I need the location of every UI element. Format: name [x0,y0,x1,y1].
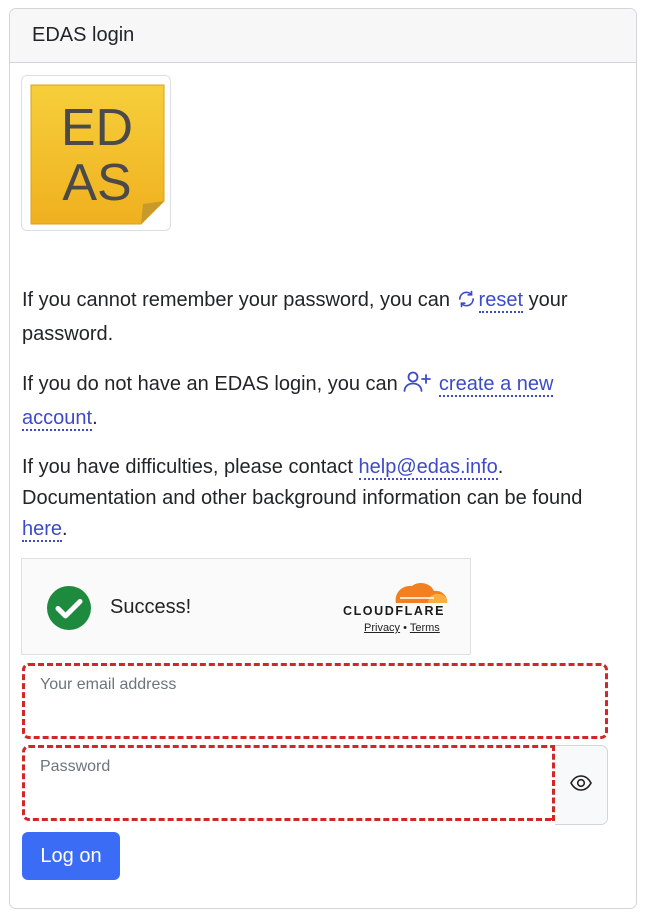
help-email-link[interactable]: help@edas.info [358,456,498,480]
cloudflare-wordmark: CLOUDFLARE [343,604,445,617]
reset-paragraph: If you cannot remember your password, yo… [22,288,568,345]
card-header: EDAS login [10,9,636,63]
cloudflare-links: Privacy • Terms [364,622,440,634]
reset-password-link[interactable]: reset [478,289,524,313]
privacy-link[interactable]: Privacy [364,622,400,634]
check-circle-icon [46,585,92,636]
password-placeholder: Password [40,758,111,775]
email-field[interactable]: Your email address [22,663,608,739]
help-paragraph: If you have difficulties, please contact… [22,456,583,542]
toggle-password-button[interactable] [555,745,608,825]
card-title: EDAS login [32,24,135,46]
account-paragraph: If you do not have an EDAS login, you ca… [22,371,554,431]
eye-icon [570,774,592,796]
logo-text-bottom: AS [62,154,131,212]
edas-logo: ED AS [21,75,171,231]
password-field[interactable]: Password [22,745,555,821]
logo-text-top: ED [61,99,133,157]
refresh-icon [456,288,477,319]
user-plus-icon [403,371,432,403]
email-placeholder: Your email address [40,676,177,693]
cloudflare-logo: CLOUDFLARE [338,577,450,622]
documentation-link[interactable]: here [22,518,63,542]
terms-link[interactable]: Terms [410,622,440,634]
log-on-button[interactable]: Log on [22,832,120,880]
cloudflare-turnstile[interactable]: Success! CLOUDFLARE Privacy • Terms [21,558,471,655]
captcha-status: Success! [110,596,192,618]
